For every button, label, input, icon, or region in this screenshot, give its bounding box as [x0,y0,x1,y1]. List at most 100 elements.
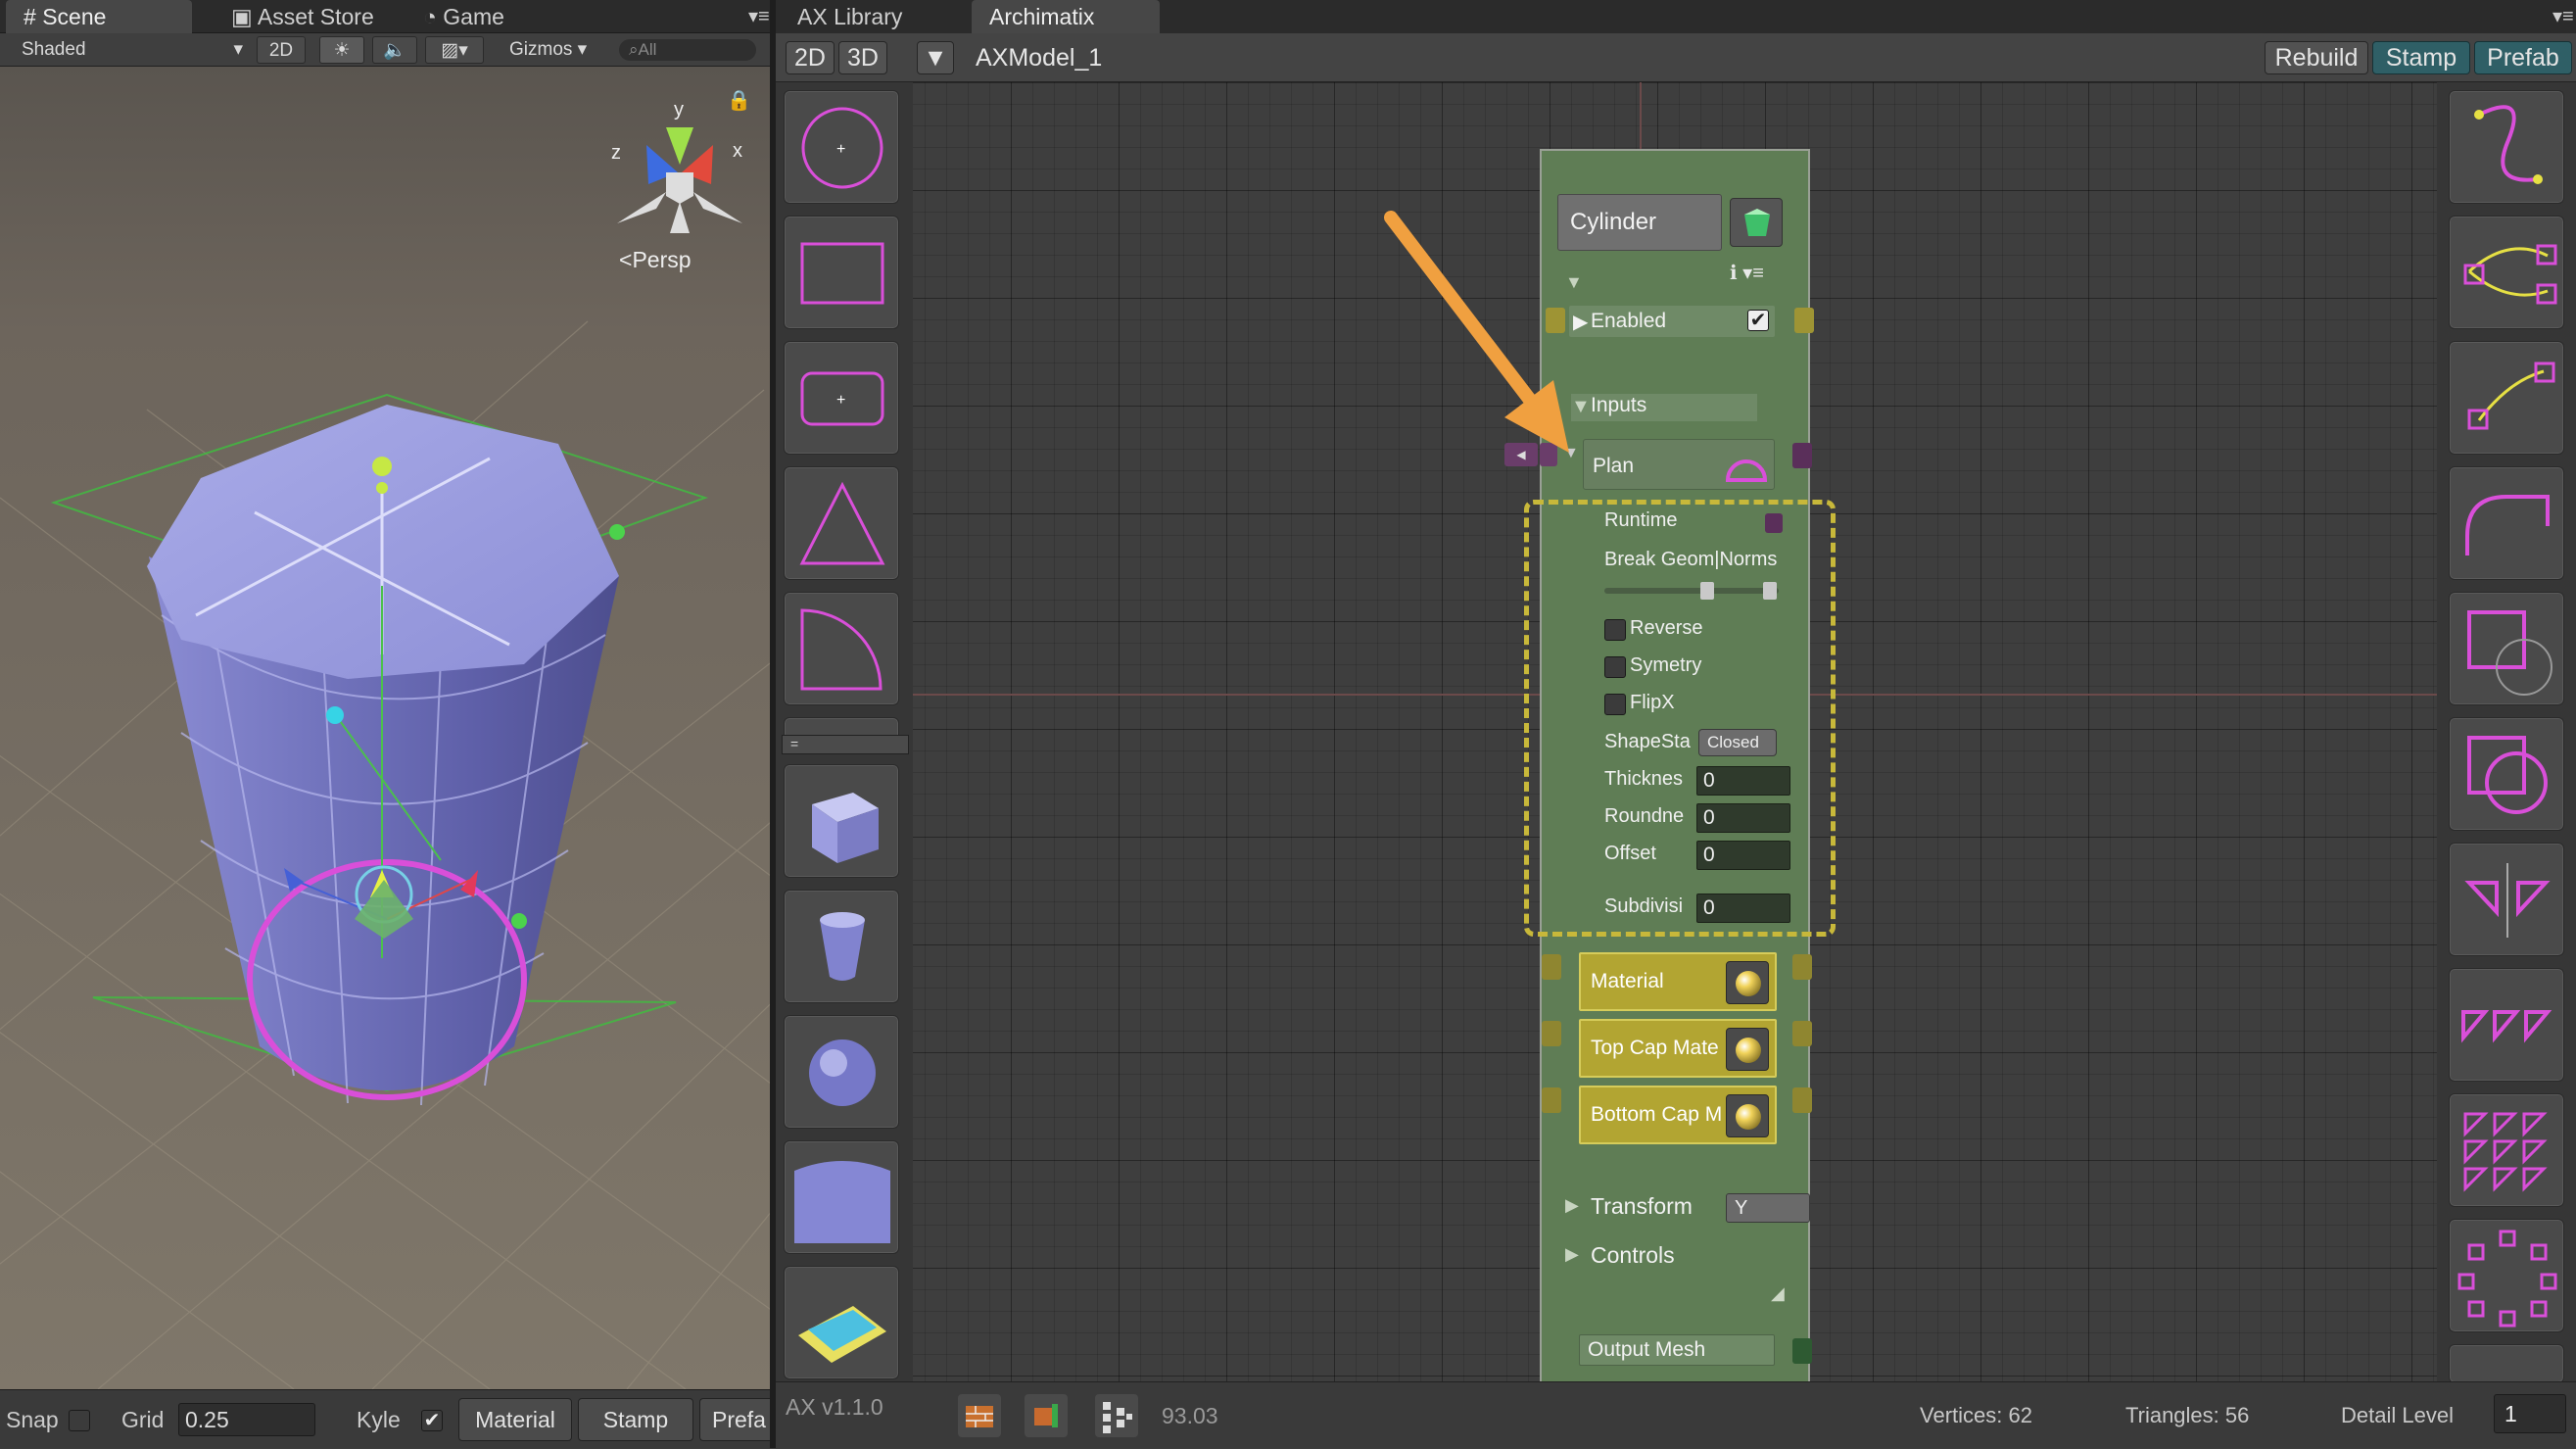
arc-tool[interactable] [784,592,899,705]
circle-tool[interactable]: + [784,90,899,204]
search-input[interactable]: ⌕All [619,39,756,61]
material-button[interactable]: Material [458,1398,572,1441]
tab-ax-library-label: AX Library [797,4,903,29]
slider-handle[interactable] [1700,582,1714,600]
enabled-output-socket[interactable] [1794,308,1814,333]
offset-input[interactable]: 0 [1696,841,1790,870]
bottom-cap-output-socket[interactable] [1792,1087,1812,1113]
tab-archimatix[interactable]: Archimatix [972,0,1160,33]
grid-size-input[interactable]: 0.25 [178,1403,315,1436]
flipx-checkbox[interactable] [1604,694,1626,715]
sphere-tool[interactable] [784,1015,899,1129]
ax-prefab-button[interactable]: Prefab [2474,41,2572,74]
grid-repeater-tool[interactable] [2449,1093,2564,1207]
scene-viewport[interactable]: y z x 🔒 <Persp [0,67,774,1389]
bottom-cap-material-slot[interactable]: Bottom Cap M [1579,1086,1777,1144]
stamp-button[interactable]: Stamp [578,1398,693,1441]
checkmark-icon: ✔ [1749,310,1767,331]
rebuild-button[interactable]: Rebuild [2265,41,2368,74]
hierarchy-button[interactable] [1095,1394,1138,1437]
linear-repeater-tool[interactable] [2449,968,2564,1082]
cylinder-tool[interactable] [784,890,899,1003]
projection-label[interactable]: <Persp [619,247,692,273]
brick-wall-button[interactable] [958,1394,1001,1437]
gizmos-dropdown[interactable]: Gizmos ▾ [509,36,607,64]
bottom-cap-input-socket[interactable] [1542,1087,1561,1113]
shading-dropdown[interactable]: Shaded ▾ [22,36,247,64]
mirror-icon [2464,863,2551,938]
runtime-socket[interactable] [1765,513,1783,533]
plane-tool[interactable] [784,1140,899,1254]
tab-game[interactable]: ◔ Game [405,0,533,33]
material-slot[interactable]: Material [1579,952,1777,1011]
node-info-menu-icon[interactable]: ℹ ▾≡ [1730,261,1764,285]
top-cap-material-slot[interactable]: Top Cap Mate [1579,1019,1777,1078]
shapestate-dropdown[interactable]: Closed [1698,729,1777,756]
output-mesh-row[interactable]: Output Mesh [1579,1334,1775,1366]
roundness-input[interactable]: 0 [1696,803,1790,833]
rounded-rect-tool[interactable]: + [784,341,899,455]
thickness-input[interactable]: 0 [1696,766,1790,796]
controls-expand-icon[interactable]: ▶ [1565,1244,1579,1265]
radial-repeater-tool[interactable] [2449,1219,2564,1332]
transform-axis-dropdown[interactable]: Y [1726,1193,1810,1223]
offset-tool[interactable] [2449,592,2564,705]
top-cap-ball-icon[interactable] [1726,1028,1769,1071]
tab-asset-store[interactable]: ▣ Asset Store [214,0,400,33]
freeform-tool[interactable] [2449,90,2564,204]
transform-expand-icon[interactable]: ▶ [1565,1195,1579,1216]
reverse-checkbox[interactable] [1604,619,1626,641]
effects-dropdown[interactable]: ▨▾ [425,36,484,64]
prefab-button[interactable]: Prefa [699,1398,774,1441]
snap-checkbox[interactable] [69,1410,90,1431]
symmetry-checkbox[interactable] [1604,656,1626,678]
view-3d-button[interactable]: 3D [838,41,887,74]
audio-toggle[interactable]: 🔈 [372,36,417,64]
palette-splitter[interactable]: = [782,735,909,754]
view-2d-button[interactable]: 2D [786,41,835,74]
tab-ax-library[interactable]: AX Library [780,0,966,33]
model-name[interactable]: AXModel_1 [976,41,1102,74]
model-menu-button[interactable]: ▼ [917,41,954,74]
triangle-tool[interactable] [784,466,899,580]
shape-distributor-tool[interactable] [2449,341,2564,455]
subdivisions-input[interactable]: 0 [1696,894,1790,923]
scene-tabbar: # Scene ▣ Asset Store ◔ Game ▾≡ [0,0,774,33]
box-tool[interactable] [784,764,899,878]
break-geom-slider[interactable] [1604,588,1779,594]
kyle-checkbox[interactable]: ✔ [421,1410,443,1431]
rectangle-tool[interactable] [784,216,899,329]
tab-scene[interactable]: # Scene [6,0,192,33]
ax-status-bar: AX v1.1.0 93.03 Vertices: 62 Triangles: … [776,1381,2576,1448]
material-input-socket[interactable] [1542,954,1561,980]
window-menu-icon[interactable]: ▾≡ [731,0,770,33]
plan-output-socket[interactable] [1792,443,1812,468]
material-ball-icon[interactable] [1726,961,1769,1004]
detail-level-input[interactable]: 1 [2494,1394,2566,1433]
enabled-checkbox[interactable]: ✔ [1747,310,1769,331]
2d-toggle[interactable]: 2D [257,36,306,64]
slider-handle-max[interactable] [1763,582,1777,600]
more-operators-tool[interactable] [2449,1344,2564,1381]
ax-stamp-button[interactable]: Stamp [2372,41,2470,74]
shape-merger-tool[interactable] [2449,216,2564,329]
material-output-socket[interactable] [1792,954,1812,980]
chevron-left-icon: < [619,247,633,272]
tab-archimatix-label: Archimatix [989,4,1095,29]
top-cap-output-socket[interactable] [1792,1021,1812,1046]
resize-handle-icon[interactable]: ◢ [1771,1283,1785,1304]
node-type-button[interactable] [1730,198,1783,247]
output-mesh-socket[interactable] [1792,1338,1812,1364]
ax-window-menu-icon[interactable]: ▾≡ [2535,0,2574,33]
boolean-tool[interactable] [2449,717,2564,831]
mesh-export-button[interactable] [1025,1394,1068,1437]
roundness-label: Roundne [1604,805,1685,827]
bottom-cap-ball-icon[interactable] [1726,1094,1769,1137]
top-cap-input-socket[interactable] [1542,1021,1561,1046]
extrude-tool[interactable] [784,1266,899,1379]
profile-tool[interactable] [2449,466,2564,580]
lock-icon[interactable]: 🔒 [727,88,751,113]
mirror-tool[interactable] [2449,843,2564,956]
merge-icon [2463,244,2557,305]
lighting-toggle[interactable]: ☀ [319,36,364,64]
